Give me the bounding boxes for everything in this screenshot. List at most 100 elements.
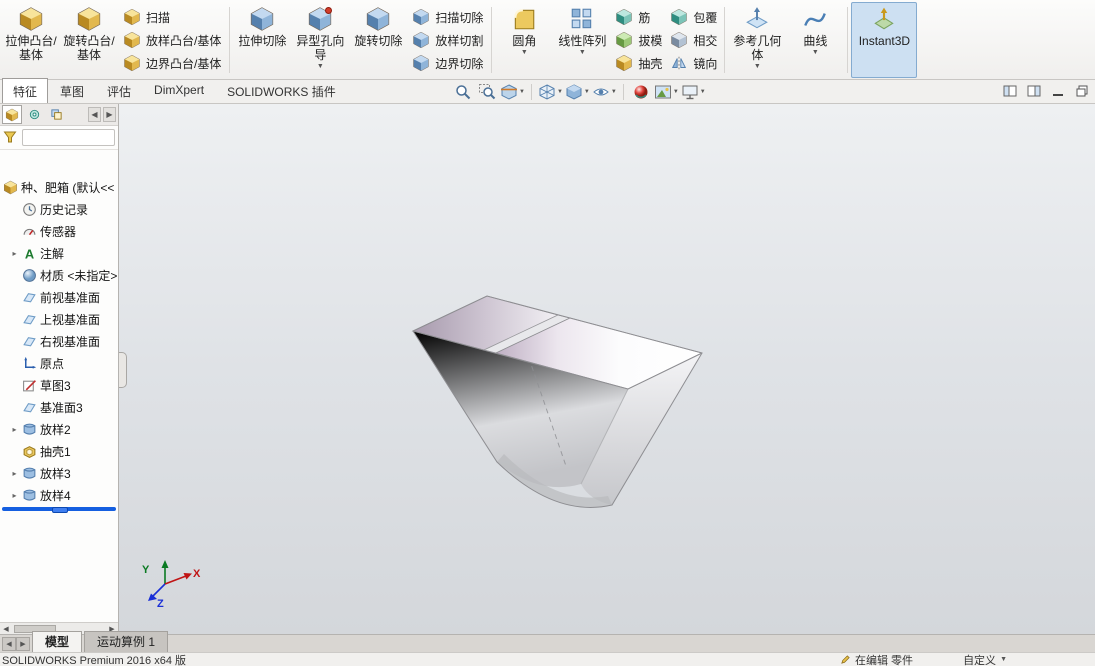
swept-boss-icon	[123, 8, 141, 26]
expander-icon[interactable]: ▸	[10, 469, 19, 478]
mirror-button[interactable]: 镜向	[670, 53, 717, 73]
tree-item-front-plane[interactable]: 前视基准面	[0, 286, 118, 308]
feature-manager-panel: ◀ ▶ 种、肥箱 (默认<< 历史记录 传感器 ▸ A 注解 材质 <未指定> …	[0, 104, 119, 634]
minimize-icon[interactable]	[1049, 83, 1066, 99]
tree-item-shell1[interactable]: 抽壳1	[0, 440, 118, 462]
model-tabs-bar: ◀ ▶ 模型 运动算例 1	[0, 631, 1095, 652]
status-bar: SOLIDWORKS Premium 2016 x64 版 在编辑 零件 自定义…	[0, 652, 1095, 666]
manager-tabs-scroll-right-button[interactable]: ▶	[103, 107, 116, 122]
sensors-icon	[22, 224, 37, 239]
tree-item-sensors[interactable]: 传感器	[0, 220, 118, 242]
display-style-button[interactable]: ▼	[565, 81, 590, 102]
tab-dimxpert[interactable]: DimXpert	[143, 78, 215, 103]
tree-item-annotations[interactable]: ▸ A 注解	[0, 242, 118, 264]
collapse-pane-left-button[interactable]	[1001, 83, 1018, 99]
lofted-boss-button[interactable]: 放样凸台/基体	[123, 30, 221, 50]
scroll-left-button[interactable]: ◀	[0, 623, 12, 635]
model-tabs-scroll-left-button[interactable]: ◀	[2, 637, 16, 651]
expander-icon[interactable]: ▸	[10, 249, 19, 258]
manager-tabs-scroll-left-button[interactable]: ◀	[88, 107, 101, 122]
status-product-label: SOLIDWORKS Premium 2016 x64 版	[2, 654, 187, 666]
lofted-cut-button[interactable]: 放样切割	[412, 30, 483, 50]
material-icon	[22, 268, 37, 283]
tree-item-loft4[interactable]: ▸ 放样4	[0, 484, 118, 506]
tab-evaluate[interactable]: 评估	[96, 78, 142, 103]
revolved-cut-button[interactable]: 旋转切除	[349, 2, 407, 78]
tree-item-sketch3[interactable]: 草图3	[0, 374, 118, 396]
tab-sketch[interactable]: 草图	[49, 78, 95, 103]
boundary-boss-button[interactable]: 边界凸台/基体	[123, 53, 221, 73]
rollback-bar[interactable]	[2, 507, 116, 513]
fillet-button[interactable]: 圆角 ▼	[495, 2, 553, 78]
cut-features-column: 扫描切除 放样切割 边界切除	[407, 2, 488, 78]
featuremanager-tab[interactable]	[2, 105, 22, 124]
expander-icon[interactable]: ▸	[10, 491, 19, 500]
tree-item-plane3[interactable]: 基准面3	[0, 396, 118, 418]
configurationmanager-icon	[50, 109, 62, 120]
swept-cut-button[interactable]: 扫描切除	[412, 7, 483, 27]
hole-wizard-button[interactable]: 异型孔向导 ▼	[291, 2, 349, 78]
view-settings-button[interactable]: ▼	[681, 81, 706, 102]
status-custom-dropdown[interactable]: 自定义 ▼	[963, 652, 1007, 666]
restore-window-icon[interactable]	[1073, 83, 1090, 99]
draft-button[interactable]: 拔模	[615, 30, 662, 50]
loft-icon	[22, 466, 37, 481]
expander-icon[interactable]: ▸	[10, 425, 19, 434]
boundary-cut-button[interactable]: 边界切除	[412, 53, 483, 73]
draft-icon	[615, 31, 633, 49]
view-orientation-button[interactable]: ▼	[538, 81, 563, 102]
graphics-viewport[interactable]: Y X Z	[119, 104, 1095, 634]
solidworks-window: 拉伸凸台/基体 旋转凸台/基体 扫描 放样凸台/基体 边界凸台/基体 拉伸切除	[0, 0, 1095, 666]
section-view-button[interactable]: ▼	[500, 81, 525, 102]
wrap-button[interactable]: 包覆	[670, 7, 717, 27]
tree-item-top-plane[interactable]: 上视基准面	[0, 308, 118, 330]
extruded-boss-button[interactable]: 拉伸凸台/基体	[2, 2, 60, 78]
tree-filter-input[interactable]	[22, 129, 115, 146]
reference-geometry-button[interactable]: 参考几何体 ▼	[728, 2, 786, 78]
curves-button[interactable]: 曲线 ▼	[786, 2, 844, 78]
origin-icon	[22, 356, 37, 371]
hide-show-items-button[interactable]: ▼	[592, 81, 617, 102]
tree-item-origin[interactable]: 原点	[0, 352, 118, 374]
edit-appearance-button[interactable]	[630, 81, 652, 102]
hopper-model-3d[interactable]	[119, 104, 1095, 634]
tree-item-loft2[interactable]: ▸ 放样2	[0, 418, 118, 440]
panel-splitter-handle[interactable]	[119, 352, 127, 388]
dropdown-caret-icon: ▼	[578, 49, 586, 57]
tab-model[interactable]: 模型	[32, 631, 83, 652]
revolved-cut-icon	[365, 6, 391, 32]
model-tabs-scroll-right-button[interactable]: ▶	[16, 637, 30, 651]
tab-features[interactable]: 特征	[2, 78, 49, 103]
linear-pattern-button[interactable]: 线性阵列 ▼	[553, 2, 611, 78]
tree-filter-row	[0, 126, 118, 150]
intersect-button[interactable]: 相交	[670, 30, 717, 50]
rib-draft-shell-column: 筋 拔模 抽壳	[611, 2, 666, 78]
zoom-to-area-button[interactable]	[476, 81, 498, 102]
wrap-icon	[670, 8, 688, 26]
revolved-boss-button[interactable]: 旋转凸台/基体	[60, 2, 118, 78]
fillet-icon	[511, 6, 537, 32]
tree-item-loft3[interactable]: ▸ 放样3	[0, 462, 118, 484]
editing-pencil-icon	[841, 655, 850, 664]
extruded-cut-button[interactable]: 拉伸切除	[233, 2, 291, 78]
apply-scene-button[interactable]: ▼	[654, 81, 679, 102]
configurationmanager-tab[interactable]	[46, 105, 66, 124]
instant3d-button[interactable]: Instant3D	[851, 2, 918, 78]
zoom-to-fit-button[interactable]	[452, 81, 474, 102]
ribbon-separator	[847, 7, 849, 73]
collapse-pane-right-button[interactable]	[1025, 83, 1042, 99]
ribbon-separator	[229, 7, 231, 73]
propertymanager-tab[interactable]	[24, 105, 44, 124]
command-tab-bar: 特征 草图 评估 DimXpert SOLIDWORKS 插件 ▼ ▼ ▼ ▼ …	[0, 78, 1095, 104]
tree-item-material[interactable]: 材质 <未指定>	[0, 264, 118, 286]
dropdown-caret-icon: ▼	[610, 88, 617, 95]
tree-item-part[interactable]: 种、肥箱 (默认<<	[0, 176, 118, 198]
rib-button[interactable]: 筋	[615, 7, 662, 27]
swept-boss-button[interactable]: 扫描	[123, 7, 221, 27]
shell-button[interactable]: 抽壳	[615, 53, 662, 73]
tree-item-history[interactable]: 历史记录	[0, 198, 118, 220]
status-custom-label: 自定义	[963, 654, 997, 666]
tab-motion-study-1[interactable]: 运动算例 1	[84, 631, 169, 652]
tab-solidworks-addins[interactable]: SOLIDWORKS 插件	[216, 78, 347, 103]
tree-item-right-plane[interactable]: 右视基准面	[0, 330, 118, 352]
